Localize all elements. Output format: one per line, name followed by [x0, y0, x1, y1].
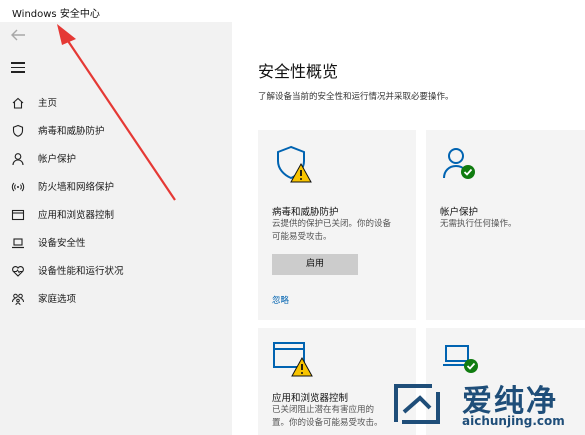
- watermark-logo-icon: [390, 378, 444, 428]
- watermark: 爱纯净 aichunjing.com: [388, 372, 585, 435]
- watermark-url: aichunjing.com: [462, 414, 565, 428]
- annotation-arrow: [57, 24, 176, 201]
